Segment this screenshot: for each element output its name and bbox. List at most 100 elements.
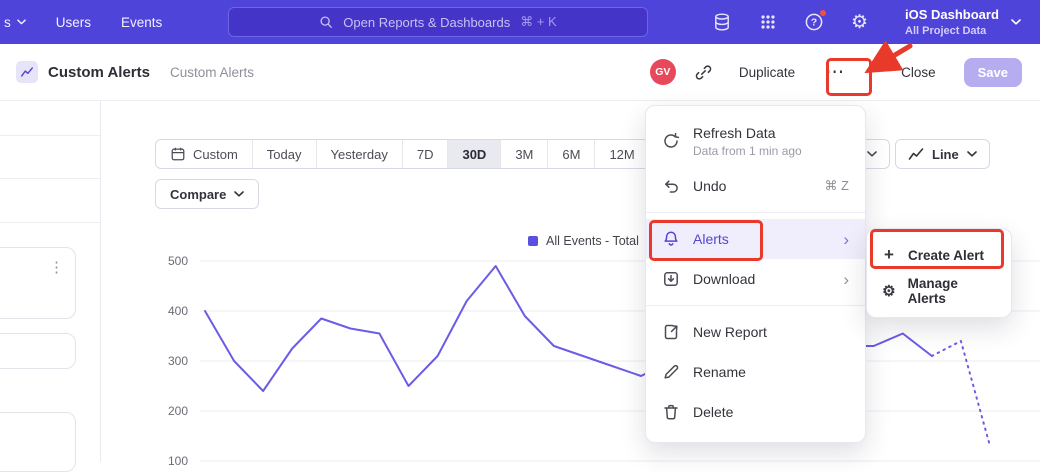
report-header: Custom Alerts Custom Alerts GV Duplicate…: [0, 44, 1040, 101]
menu-item-rename[interactable]: Rename: [646, 352, 865, 392]
apps-grid-icon[interactable]: [759, 13, 777, 31]
compare-label: Compare: [170, 187, 226, 202]
submenu-item-label: Manage Alerts: [908, 276, 997, 306]
help-icon[interactable]: ?: [804, 12, 824, 32]
top-nav-icons: ? ⚙: [712, 0, 868, 44]
date-range-today[interactable]: Today: [252, 140, 316, 168]
sidebar-row-divider: [0, 135, 100, 136]
date-range-label: 7D: [417, 147, 434, 162]
date-range-label: 6M: [562, 147, 580, 162]
date-range-7d[interactable]: 7D: [402, 140, 448, 168]
nav-item-users[interactable]: Users: [56, 15, 91, 30]
menu-item-label: Alerts: [693, 231, 729, 247]
menu-item-label: New Report: [693, 324, 767, 340]
y-axis-tick: 100: [156, 454, 188, 468]
breadcrumb[interactable]: Custom Alerts: [170, 65, 254, 80]
search-icon: [319, 15, 333, 29]
chart-legend[interactable]: All Events - Total: [528, 234, 639, 248]
settings-gear-icon[interactable]: ⚙: [851, 13, 868, 32]
svg-text:?: ?: [811, 17, 817, 29]
sidebar-card[interactable]: [0, 412, 76, 472]
gear-icon: ⚙: [881, 282, 897, 300]
y-axis-tick: 300: [156, 354, 188, 368]
nav-item-users-label: Users: [56, 15, 91, 30]
chevron-right-icon: ›: [843, 231, 849, 248]
menu-item-refresh-data[interactable]: Refresh Data Data from 1 min ago: [646, 116, 865, 166]
nav-item-events-label: Events: [121, 15, 162, 30]
line-chart-icon: [908, 146, 924, 162]
date-range-label: 30D: [462, 147, 486, 162]
menu-item-subtitle: Data from 1 min ago: [693, 144, 802, 158]
date-range-custom[interactable]: Custom: [156, 140, 252, 168]
refresh-icon: [662, 132, 680, 150]
menu-item-new-report[interactable]: New Report: [646, 312, 865, 352]
date-range-3m[interactable]: 3M: [500, 140, 547, 168]
menu-item-label: Download: [693, 271, 755, 287]
plus-icon: +: [881, 245, 897, 265]
search-placeholder: Open Reports & Dashboards: [343, 15, 510, 30]
duplicate-button[interactable]: Duplicate: [739, 65, 795, 80]
legend-swatch: [528, 236, 538, 246]
page-title: Custom Alerts: [48, 64, 150, 81]
undo-icon: [662, 177, 680, 195]
menu-item-shortcut: ⌘ Z: [824, 178, 849, 194]
chart-type-dropdown[interactable]: Line: [895, 139, 990, 169]
chevron-down-icon: [867, 151, 877, 157]
search-shortcut: ⌘ + K: [520, 14, 557, 30]
submenu-item-create-alert[interactable]: + Create Alert: [867, 237, 1011, 273]
menu-item-label: Undo: [693, 178, 726, 194]
kebab-menu-icon[interactable]: ⋮: [49, 258, 64, 276]
trash-icon: [662, 403, 680, 421]
menu-item-delete[interactable]: Delete: [646, 392, 865, 432]
date-range-30d[interactable]: 30D: [447, 140, 500, 168]
y-axis-tick: 500: [156, 254, 188, 268]
more-options-button[interactable]: ⋯: [815, 56, 855, 88]
date-range-6m[interactable]: 6M: [547, 140, 594, 168]
date-range-label: Custom: [193, 147, 238, 162]
copy-link-icon[interactable]: [694, 63, 713, 82]
download-icon: [662, 270, 680, 288]
alerts-submenu: + Create Alert ⚙ Manage Alerts: [866, 228, 1012, 318]
submenu-item-manage-alerts[interactable]: ⚙ Manage Alerts: [867, 273, 1011, 309]
nav-item-boards-partial[interactable]: s: [4, 15, 26, 30]
top-nav-left: s Users Events: [4, 0, 162, 44]
chevron-down-icon: [17, 19, 26, 25]
date-range-label: Today: [267, 147, 302, 162]
compare-button[interactable]: Compare: [155, 179, 259, 209]
top-nav: s Users Events Open Reports & Dashboards…: [0, 0, 1040, 44]
date-range-label: Yesterday: [331, 147, 388, 162]
data-management-icon[interactable]: [712, 12, 732, 32]
menu-item-alerts[interactable]: Alerts ›: [646, 219, 865, 259]
chart-type-label: Line: [932, 147, 959, 162]
date-range-12m[interactable]: 12M: [594, 140, 648, 168]
nav-item-events[interactable]: Events: [121, 15, 162, 30]
close-button[interactable]: Close: [901, 65, 936, 80]
menu-item-label: Delete: [693, 404, 733, 420]
chevron-down-icon: [1011, 19, 1021, 25]
menu-divider: [646, 212, 865, 213]
sidebar-card[interactable]: ⋮: [0, 247, 76, 319]
project-switcher[interactable]: iOS Dashboard All Project Data: [905, 0, 1021, 44]
menu-item-undo[interactable]: Undo ⌘ Z: [646, 166, 865, 206]
project-name: iOS Dashboard: [905, 7, 999, 22]
save-button[interactable]: Save: [964, 58, 1022, 87]
chevron-down-icon: [967, 151, 977, 157]
y-axis-tick: 200: [156, 404, 188, 418]
y-axis-tick: 400: [156, 304, 188, 318]
legend-label: All Events - Total: [546, 234, 639, 248]
new-report-icon: [662, 323, 680, 341]
header-actions: GV Duplicate ⋯ Close Save: [650, 56, 1022, 88]
date-range-label: 12M: [609, 147, 634, 162]
pencil-icon: [662, 363, 680, 381]
report-options-menu: Refresh Data Data from 1 min ago Undo ⌘ …: [645, 105, 866, 443]
avatar[interactable]: GV: [650, 59, 676, 85]
date-range-label: 3M: [515, 147, 533, 162]
menu-item-download[interactable]: Download ›: [646, 259, 865, 299]
sidebar-card[interactable]: [0, 333, 76, 369]
date-range-yesterday[interactable]: Yesterday: [316, 140, 402, 168]
menu-item-label: Refresh Data: [693, 125, 802, 141]
sidebar-row-divider: [0, 222, 100, 223]
global-search[interactable]: Open Reports & Dashboards ⌘ + K: [228, 7, 648, 37]
report-type-icon: [16, 61, 38, 83]
notification-dot: [819, 9, 827, 17]
